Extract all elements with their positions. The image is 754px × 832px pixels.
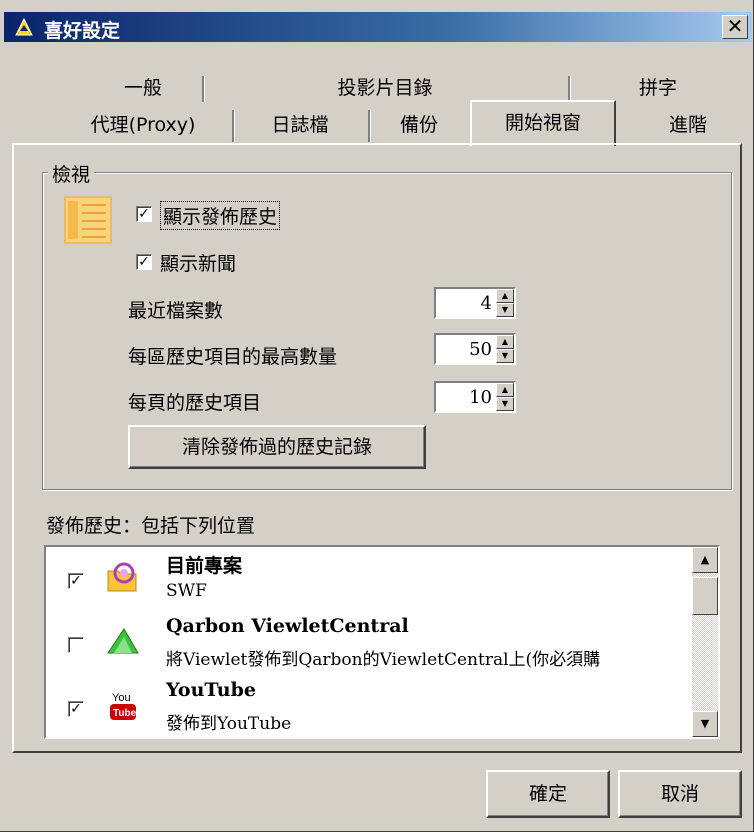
max-history-label: 每區歷史項目的最高數量 — [128, 346, 338, 368]
show-news-label[interactable]: 顯示新聞 — [160, 249, 236, 276]
recent-files-label: 最近檔案數 — [128, 300, 224, 322]
tab-proxy[interactable]: 代理(Proxy) — [58, 108, 228, 140]
spin-up-icon[interactable]: ▲ — [496, 289, 514, 303]
spin-up-icon[interactable]: ▲ — [496, 335, 514, 349]
clear-history-button[interactable]: 清除發佈過的歷史記錄 — [128, 425, 426, 469]
item-name: Qarbon ViewletCentral — [166, 615, 409, 637]
window-title: 喜好設定 — [44, 20, 121, 42]
tab-label: 備份 — [399, 114, 438, 136]
recent-files-value: 4 — [480, 293, 492, 314]
tab-divider — [568, 76, 571, 102]
list-item[interactable]: ✓ 目前專案 SWF — [46, 549, 694, 613]
scroll-down-icon[interactable]: ▼ — [692, 711, 718, 737]
item-desc: 將Viewlet發佈到Qarbon的ViewletCentral上(你必須購 — [166, 650, 601, 670]
spin-up-icon[interactable]: ▲ — [496, 383, 514, 397]
green-arrow-icon — [107, 628, 139, 654]
max-history-spinner[interactable]: 50 ▲ ▼ — [434, 333, 516, 365]
item-checkbox[interactable]: ✓ — [68, 573, 84, 589]
item-checkbox[interactable]: ✓ — [68, 701, 84, 717]
tab-divider — [368, 110, 371, 142]
youtube-icon: You Tube — [110, 692, 137, 720]
tab-label: 一般 — [123, 77, 162, 99]
show-publish-history-label[interactable]: 顯示發佈歷史 — [160, 201, 281, 230]
title-bar[interactable]: 喜好設定 ✕ — [4, 12, 752, 42]
tab-label: 代理(Proxy) — [90, 114, 196, 136]
history-per-page-value: 10 — [469, 387, 492, 408]
cancel-button[interactable]: 取消 — [618, 770, 742, 818]
spin-down-icon[interactable]: ▼ — [496, 397, 514, 411]
tab-backup[interactable]: 備份 — [374, 108, 464, 140]
tab-divider — [232, 110, 235, 142]
history-list-icon — [64, 196, 112, 244]
show-news-checkbox[interactable]: ✓ — [136, 254, 152, 270]
folder-icon — [107, 562, 137, 592]
tab-divider — [202, 76, 205, 102]
app-icon — [15, 17, 33, 36]
item-name: 目前專案 — [166, 555, 243, 577]
svg-text:Tube: Tube — [113, 708, 137, 719]
tab-slide-index[interactable]: 投影片目錄 — [300, 73, 470, 103]
spin-down-icon[interactable]: ▼ — [496, 349, 514, 363]
publish-history-label: 發佈歷史：包括下列位置 — [46, 515, 256, 537]
tab-start-window[interactable]: 開始視窗 — [470, 100, 616, 146]
svg-text:You: You — [112, 692, 131, 704]
tab-general[interactable]: 一般 — [88, 73, 198, 103]
view-group-label: 檢視 — [48, 160, 95, 187]
recent-files-spinner[interactable]: 4 ▲ ▼ — [434, 287, 516, 319]
tab-log[interactable]: 日誌檔 — [240, 108, 360, 140]
ok-button[interactable]: 確定 — [486, 770, 610, 818]
list-scrollbar[interactable]: ▲ ▼ — [692, 547, 718, 737]
spin-down-icon[interactable]: ▼ — [496, 303, 514, 317]
close-button[interactable]: ✕ — [722, 15, 748, 39]
list-item[interactable]: ✓ You Tube YouTube 發佈到YouTube — [46, 677, 694, 737]
scroll-thumb[interactable] — [692, 577, 718, 615]
show-publish-history-checkbox[interactable]: ✓ — [136, 206, 152, 222]
tab-label: 進階 — [668, 114, 707, 136]
publish-location-list[interactable]: ✓ 目前專案 SWF Qarbon ViewletCentral 將Viewle… — [44, 545, 720, 739]
tab-label: 投影片目錄 — [337, 77, 433, 99]
tab-label: 日誌檔 — [271, 114, 329, 136]
item-name: YouTube — [166, 679, 256, 701]
tab-spelling[interactable]: 拼字 — [618, 73, 698, 103]
item-desc: 發佈到YouTube — [166, 714, 292, 734]
preferences-dialog: 喜好設定 ✕ 一般 投影片目錄 拼字 代理(Proxy) 日誌檔 備份 開始視窗… — [0, 0, 754, 832]
max-history-value: 50 — [469, 339, 492, 360]
item-desc: SWF — [166, 581, 207, 601]
history-per-page-label: 每頁的歷史項目 — [128, 392, 262, 414]
tab-advanced[interactable]: 進階 — [642, 108, 734, 140]
item-checkbox[interactable] — [68, 637, 84, 653]
tab-label: 開始視窗 — [504, 112, 581, 134]
tab-label: 拼字 — [638, 77, 677, 99]
history-per-page-spinner[interactable]: 10 ▲ ▼ — [434, 381, 516, 413]
list-item[interactable]: Qarbon ViewletCentral 將Viewlet發佈到Qarbon的… — [46, 613, 694, 677]
scroll-up-icon[interactable]: ▲ — [692, 547, 718, 573]
